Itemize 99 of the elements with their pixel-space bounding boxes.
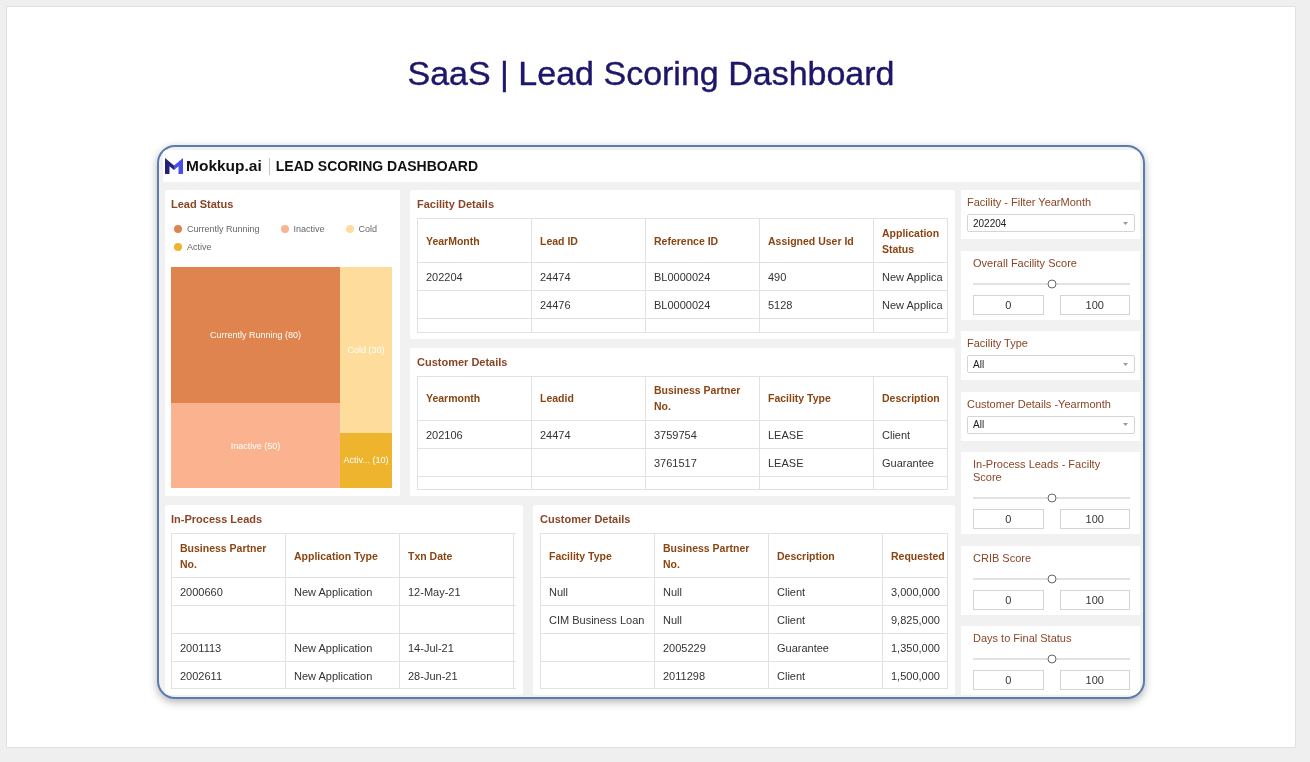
table-cell: 202106 bbox=[418, 420, 532, 448]
filter-label: Days to Final Status bbox=[973, 632, 1073, 645]
table-cell: 3759754 bbox=[646, 420, 760, 448]
table-cell: 2000660 bbox=[172, 578, 286, 605]
treemap-tile: Cold (30) bbox=[340, 267, 392, 433]
column-header: Facility Type bbox=[541, 534, 655, 577]
panel-title: Lead Status bbox=[171, 197, 234, 211]
column-header: Txn Date bbox=[400, 534, 514, 577]
table-cell: 9,825,000 bbox=[883, 606, 948, 633]
table-cell: Client bbox=[769, 662, 883, 688]
column-header: YearMonth bbox=[418, 219, 532, 262]
column-header: Description bbox=[769, 534, 883, 577]
logo-icon bbox=[165, 158, 183, 174]
treemap-tile: Currently Running (80) bbox=[171, 267, 340, 403]
column-header: Reference ID bbox=[646, 219, 760, 262]
panel-title: In-Process Leads bbox=[171, 512, 263, 526]
table-cell: 12-May-21 bbox=[400, 578, 514, 605]
table-cell: 24476 bbox=[532, 291, 646, 318]
table-cell: New Application bbox=[286, 634, 400, 661]
filter-label: CRIB Score bbox=[973, 551, 1033, 565]
max-input[interactable]: 100 bbox=[1059, 509, 1130, 529]
table-cell: 24474 bbox=[532, 263, 646, 290]
table-cell: BL0000024 bbox=[646, 263, 760, 290]
dashboard-title: LEAD SCORING DASHBOARD bbox=[275, 158, 479, 174]
legend-label: Currently Running bbox=[187, 224, 260, 234]
page-title: SaaS | Lead Scoring Dashboard bbox=[407, 53, 895, 93]
filter-label: Customer Details -Yearmonth bbox=[967, 397, 1112, 411]
column-header: Business Partner No. bbox=[646, 376, 760, 420]
min-input[interactable]: 0 bbox=[973, 294, 1044, 315]
treemap-tile: Inactive (50) bbox=[171, 403, 340, 488]
dropdown[interactable]: All bbox=[967, 355, 1135, 373]
table-cell: Guarantee bbox=[769, 634, 883, 661]
table-cell: LEASE bbox=[760, 448, 874, 476]
treemap-tile: Activ... (10) bbox=[340, 432, 392, 488]
table-cell: New Application bbox=[286, 578, 400, 605]
table-cell: 24474 bbox=[532, 420, 646, 448]
min-input[interactable]: 0 bbox=[973, 589, 1044, 610]
table-cell: Null bbox=[655, 578, 769, 605]
column-header: Yearmonth bbox=[418, 376, 532, 420]
table-cell: 28-Jun-21 bbox=[400, 662, 514, 688]
column-header: Application Status bbox=[874, 219, 948, 262]
table-cell: New Application bbox=[286, 662, 400, 688]
column-header: Leadid bbox=[532, 376, 646, 420]
column-header: Application Type bbox=[286, 534, 400, 577]
table-cell: 2001113 bbox=[172, 634, 286, 661]
caret-icon bbox=[1123, 221, 1128, 225]
table-cell: 3,000,000 bbox=[883, 578, 948, 605]
column-header: Assigned User Id bbox=[760, 219, 874, 262]
dropdown[interactable]: 202204 bbox=[967, 214, 1135, 232]
table-cell: 1,350,000 bbox=[883, 634, 948, 661]
table-cell: BL0000024 bbox=[646, 291, 760, 318]
table-cell: Null bbox=[655, 606, 769, 633]
panel-title: Customer Details bbox=[417, 354, 508, 369]
max-input[interactable]: 100 bbox=[1059, 294, 1130, 315]
table-cell: 3761517 bbox=[646, 448, 760, 476]
table-cell: 5128 bbox=[760, 291, 874, 318]
table-cell: New Applica bbox=[874, 263, 948, 290]
slider-thumb[interactable] bbox=[1047, 493, 1056, 503]
brand-name: Mokkup.ai bbox=[186, 157, 262, 175]
dropdown[interactable]: All bbox=[967, 415, 1135, 434]
caret-icon bbox=[1123, 362, 1128, 366]
slider-thumb[interactable] bbox=[1047, 574, 1056, 583]
column-header: Requested bbox=[883, 534, 948, 577]
table-cell: 202204 bbox=[418, 263, 532, 290]
panel-title: Customer Details bbox=[540, 512, 631, 526]
filter-label: Overall Facility Score bbox=[973, 256, 1078, 270]
table-cell: New Applica bbox=[874, 291, 948, 318]
legend-label: Inactive bbox=[293, 224, 325, 234]
column-header: Facility Type bbox=[760, 376, 874, 420]
table-cell: 1,500,000 bbox=[883, 662, 948, 688]
panel-title: Facility Details bbox=[417, 197, 495, 211]
legend-label: Cold bbox=[358, 224, 378, 234]
slider-thumb[interactable] bbox=[1047, 279, 1056, 288]
max-input[interactable]: 100 bbox=[1059, 670, 1130, 690]
table-cell: Client bbox=[769, 606, 883, 633]
table-cell: CIM Business Loan bbox=[541, 606, 655, 633]
legend-label: Active bbox=[187, 242, 212, 252]
caret-icon bbox=[1123, 423, 1128, 426]
filter-label: In-Process Leads - Facilty Score bbox=[973, 458, 1102, 484]
column-header: Business Partner No. bbox=[172, 534, 286, 577]
table-cell: 14-Jul-21 bbox=[400, 634, 514, 661]
table-cell: Client bbox=[874, 420, 948, 448]
table-cell: Guarantee bbox=[874, 448, 948, 476]
table-cell: 2011298 bbox=[655, 662, 769, 688]
table-cell: 2002611 bbox=[172, 662, 286, 688]
table-cell: LEASE bbox=[760, 420, 874, 448]
table-cell: Null bbox=[541, 578, 655, 605]
slider-thumb[interactable] bbox=[1047, 654, 1056, 664]
table-cell: Client bbox=[769, 578, 883, 605]
column-header: Lead ID bbox=[532, 219, 646, 262]
table-cell: 490 bbox=[760, 263, 874, 290]
filter-label: Facility - Filter YearMonth bbox=[967, 196, 1093, 209]
min-input[interactable]: 0 bbox=[973, 509, 1044, 529]
min-input[interactable]: 0 bbox=[973, 670, 1044, 690]
column-header: Description bbox=[874, 376, 948, 420]
column-header: Business Partner No. bbox=[655, 534, 769, 577]
max-input[interactable]: 100 bbox=[1059, 589, 1130, 610]
filter-label: Facility Type bbox=[967, 337, 1029, 350]
table-cell: 2005229 bbox=[655, 634, 769, 661]
